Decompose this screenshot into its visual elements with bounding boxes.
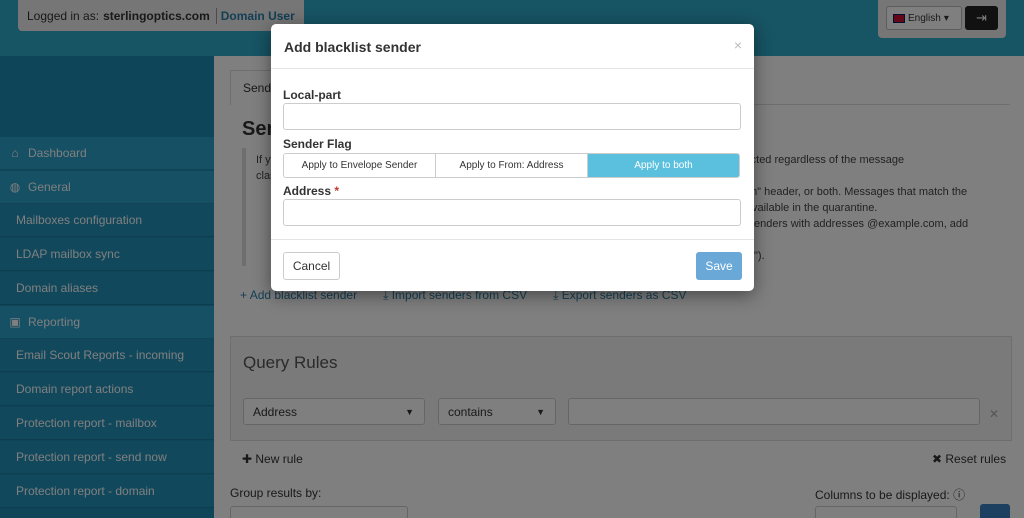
local-part-label: Local-part: [283, 88, 342, 102]
modal-footer: Cancel Save: [271, 239, 754, 291]
sender-flag-toggle: Apply to Envelope Sender Apply to From: …: [283, 153, 740, 178]
close-icon[interactable]: ×: [734, 37, 742, 53]
address-input[interactable]: [283, 199, 741, 226]
cancel-button[interactable]: Cancel: [283, 252, 340, 280]
required-marker: *: [334, 184, 340, 198]
save-button[interactable]: Save: [696, 252, 742, 280]
modal-title: Add blacklist sender: [284, 39, 421, 55]
sender-flag-from-option[interactable]: Apply to From: Address: [436, 154, 588, 177]
add-blacklist-sender-modal: Add blacklist sender × Local-part Sender…: [271, 24, 754, 291]
sender-flag-both-option[interactable]: Apply to both: [588, 154, 739, 177]
address-label: Address *: [283, 184, 339, 198]
modal-header: Add blacklist sender ×: [271, 24, 754, 69]
sender-flag-envelope-option[interactable]: Apply to Envelope Sender: [284, 154, 436, 177]
local-part-input[interactable]: [283, 103, 741, 130]
address-label-text: Address: [283, 184, 332, 198]
sender-flag-label: Sender Flag: [283, 137, 352, 151]
modal-body: Local-part Sender Flag Apply to Envelope…: [271, 69, 754, 239]
